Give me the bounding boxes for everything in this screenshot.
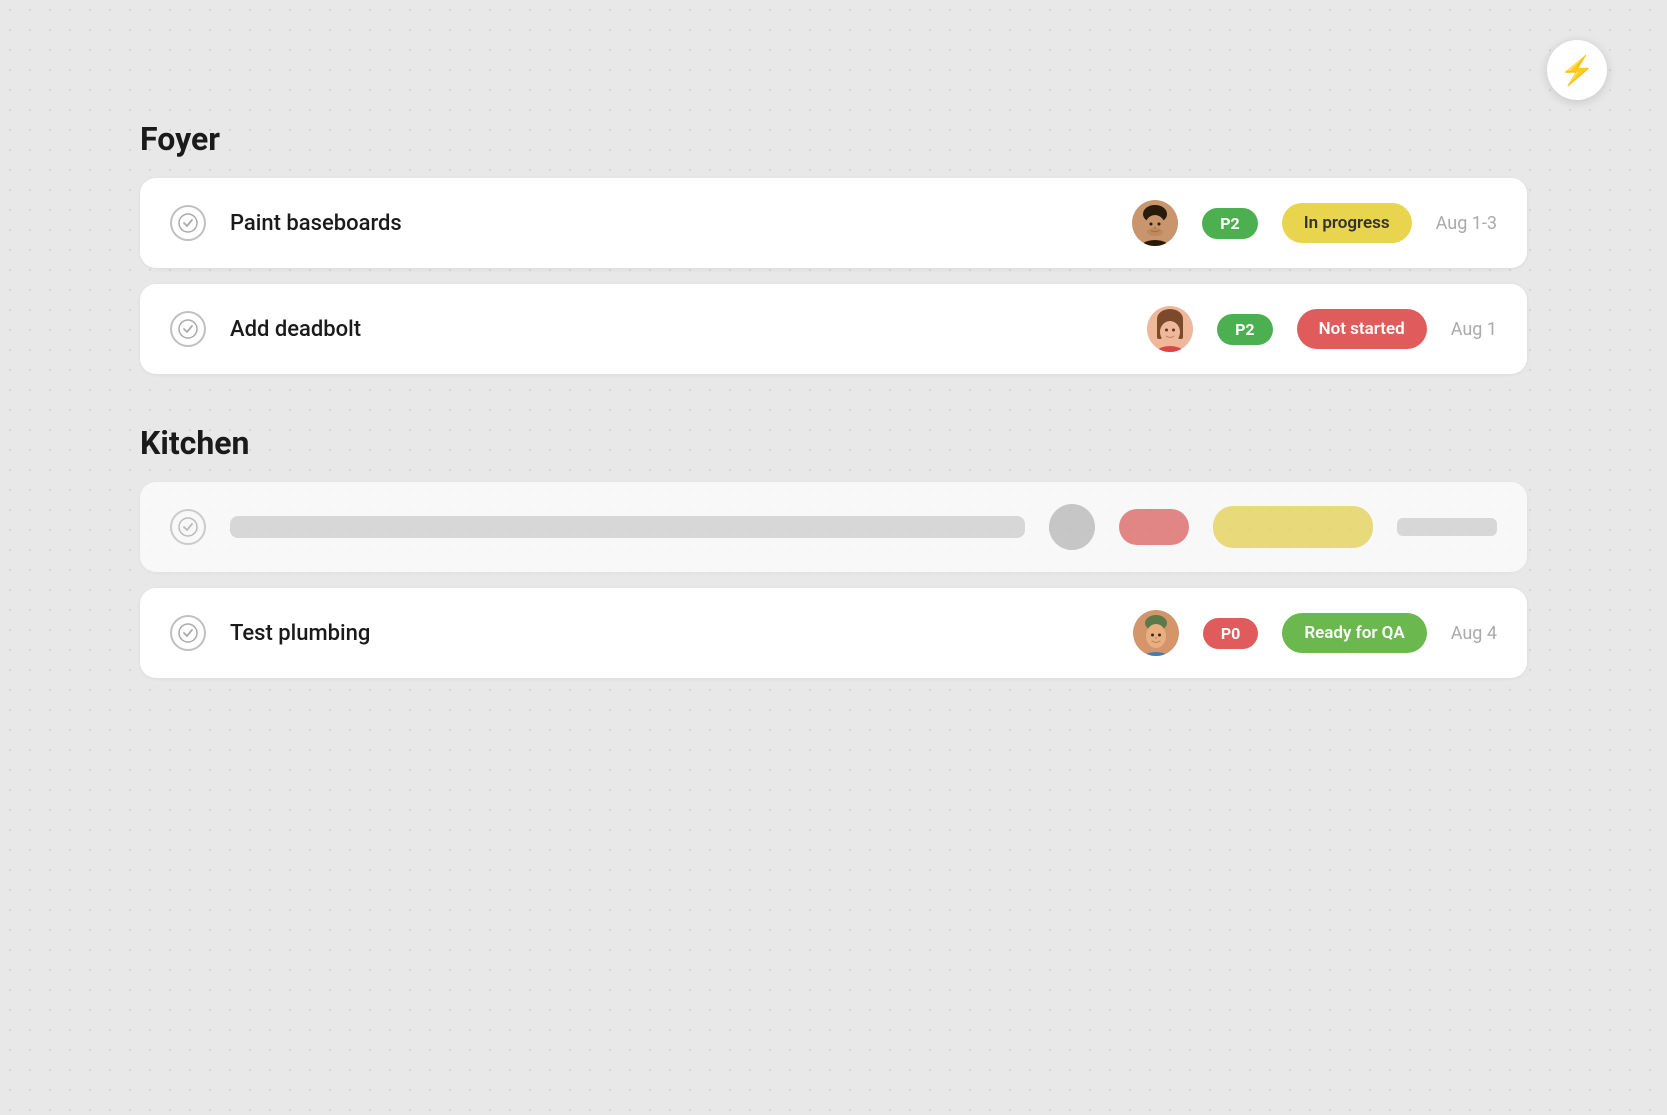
avatar bbox=[1133, 610, 1179, 656]
foyer-title: Foyer bbox=[140, 120, 1527, 158]
date-text: Aug 1-3 bbox=[1436, 213, 1497, 234]
avatar bbox=[1132, 200, 1178, 246]
priority-badge[interactable]: P2 bbox=[1202, 208, 1258, 239]
kitchen-section: Kitchen Tes bbox=[140, 424, 1527, 678]
check-icon bbox=[170, 615, 206, 651]
lightning-icon: ⚡ bbox=[1560, 54, 1595, 87]
lightning-button[interactable]: ⚡ bbox=[1547, 40, 1607, 100]
status-badge[interactable]: Not started bbox=[1297, 309, 1427, 349]
check-icon bbox=[170, 311, 206, 347]
avatar-blurred bbox=[1049, 504, 1095, 550]
priority-badge[interactable]: P0 bbox=[1203, 618, 1259, 649]
task-row[interactable]: Paint baseboards bbox=[140, 178, 1527, 268]
task-name: Paint baseboards bbox=[230, 211, 1108, 236]
task-row[interactable]: Test plumbing bbox=[140, 588, 1527, 678]
priority-badge-blurred bbox=[1119, 509, 1189, 545]
avatar bbox=[1147, 306, 1193, 352]
status-badge[interactable]: In progress bbox=[1282, 203, 1412, 243]
task-name-blurred bbox=[230, 516, 1025, 538]
task-row[interactable] bbox=[140, 482, 1527, 572]
priority-badge[interactable]: P2 bbox=[1217, 314, 1273, 345]
main-content: Foyer Paint baseboards bbox=[0, 0, 1667, 754]
date-text: Aug 1 bbox=[1451, 319, 1497, 340]
status-badge-blurred bbox=[1213, 506, 1373, 548]
foyer-section: Foyer Paint baseboards bbox=[140, 120, 1527, 374]
date-text: Aug 4 bbox=[1451, 623, 1497, 644]
task-row[interactable]: Add deadbolt bbox=[140, 284, 1527, 374]
kitchen-title: Kitchen bbox=[140, 424, 1527, 462]
status-badge[interactable]: Ready for QA bbox=[1282, 613, 1426, 653]
date-blurred bbox=[1397, 518, 1497, 536]
check-icon bbox=[170, 509, 206, 545]
task-name: Add deadbolt bbox=[230, 317, 1123, 342]
check-icon bbox=[170, 205, 206, 241]
task-name: Test plumbing bbox=[230, 621, 1109, 646]
